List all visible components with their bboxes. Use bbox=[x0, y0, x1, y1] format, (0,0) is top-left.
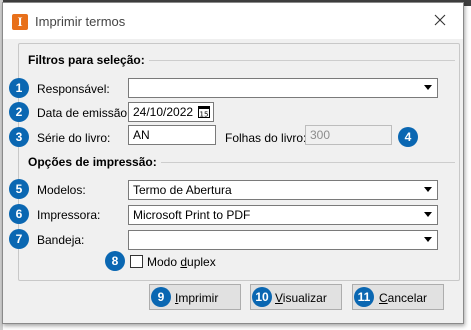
serie-livro-value: AN bbox=[133, 128, 150, 142]
modo-duplex-checkbox[interactable] bbox=[130, 255, 143, 268]
badge-11: 11 bbox=[354, 287, 374, 307]
calendar-icon: 15 bbox=[198, 106, 210, 119]
folhas-livro-input: 300 bbox=[305, 125, 392, 145]
data-emissao-label: Data de emissão: bbox=[37, 106, 131, 120]
chevron-down-icon bbox=[424, 212, 432, 217]
calendar-button[interactable]: 15 bbox=[198, 106, 210, 119]
responsavel-select[interactable] bbox=[128, 78, 438, 98]
badge-4: 4 bbox=[398, 127, 418, 147]
serie-livro-label: Série do livro: bbox=[37, 131, 111, 145]
svg-text:15: 15 bbox=[200, 111, 209, 119]
modo-duplex-label[interactable]: Modo duplex bbox=[147, 255, 216, 269]
badge-5: 5 bbox=[9, 179, 29, 199]
app-icon: I bbox=[12, 14, 28, 30]
badge-6: 6 bbox=[9, 204, 29, 224]
badge-3: 3 bbox=[9, 127, 29, 147]
bandeja-select[interactable] bbox=[128, 230, 438, 250]
badge-1: 1 bbox=[9, 78, 29, 98]
dropdown-arrow-button[interactable] bbox=[420, 232, 436, 248]
close-button[interactable] bbox=[425, 9, 455, 33]
cancelar-button[interactable]: 11 Cancelar bbox=[352, 284, 444, 310]
filters-divider bbox=[143, 60, 455, 61]
filters-section-title: Filtros para seleção: bbox=[28, 53, 149, 67]
imprimir-button-label: Imprimir bbox=[175, 291, 219, 305]
chevron-down-icon bbox=[424, 187, 432, 192]
badge-9: 9 bbox=[151, 287, 171, 307]
title-bar[interactable]: I Imprimir termos bbox=[3, 3, 463, 39]
dropdown-arrow-button[interactable] bbox=[420, 207, 436, 223]
cancelar-button-label: Cancelar bbox=[379, 291, 428, 305]
data-emissao-input[interactable]: 24/10/2022 15 bbox=[128, 102, 214, 122]
dropdown-arrow-button[interactable] bbox=[420, 182, 436, 198]
responsavel-label: Responsável: bbox=[37, 82, 110, 96]
options-divider bbox=[161, 162, 455, 163]
folhas-livro-value: 300 bbox=[310, 128, 331, 142]
impressora-value: Microsoft Print to PDF bbox=[133, 208, 251, 222]
chevron-down-icon bbox=[424, 237, 432, 242]
serie-livro-input[interactable]: AN bbox=[128, 125, 216, 145]
chevron-down-icon bbox=[424, 85, 432, 90]
imprimir-button[interactable]: 9 Imprimir bbox=[149, 284, 241, 310]
badge-8: 8 bbox=[105, 251, 125, 271]
visualizar-button[interactable]: 10 Visualizar bbox=[250, 284, 342, 310]
impressora-label: Impressora: bbox=[37, 208, 101, 222]
close-icon bbox=[434, 14, 446, 26]
badge-2: 2 bbox=[9, 102, 29, 122]
modelos-select[interactable]: Termo de Abertura bbox=[128, 180, 438, 200]
badge-7: 7 bbox=[9, 229, 29, 249]
bandeja-label: Bandeja: bbox=[37, 233, 85, 247]
visualizar-button-label: Visualizar bbox=[275, 291, 327, 305]
impressora-select[interactable]: Microsoft Print to PDF bbox=[128, 205, 438, 225]
window-title: Imprimir termos bbox=[35, 14, 126, 29]
modelos-label: Modelos: bbox=[37, 183, 86, 197]
imprimir-termos-dialog: I Imprimir termos Filtros para seleção: … bbox=[2, 2, 464, 324]
folhas-livro-label: Folhas do livro: bbox=[225, 131, 307, 145]
data-emissao-value: 24/10/2022 bbox=[133, 105, 194, 119]
options-section-title: Opções de impressão: bbox=[28, 155, 161, 169]
dropdown-arrow-button[interactable] bbox=[420, 80, 436, 96]
badge-10: 10 bbox=[252, 287, 272, 307]
modelos-value: Termo de Abertura bbox=[133, 183, 232, 197]
